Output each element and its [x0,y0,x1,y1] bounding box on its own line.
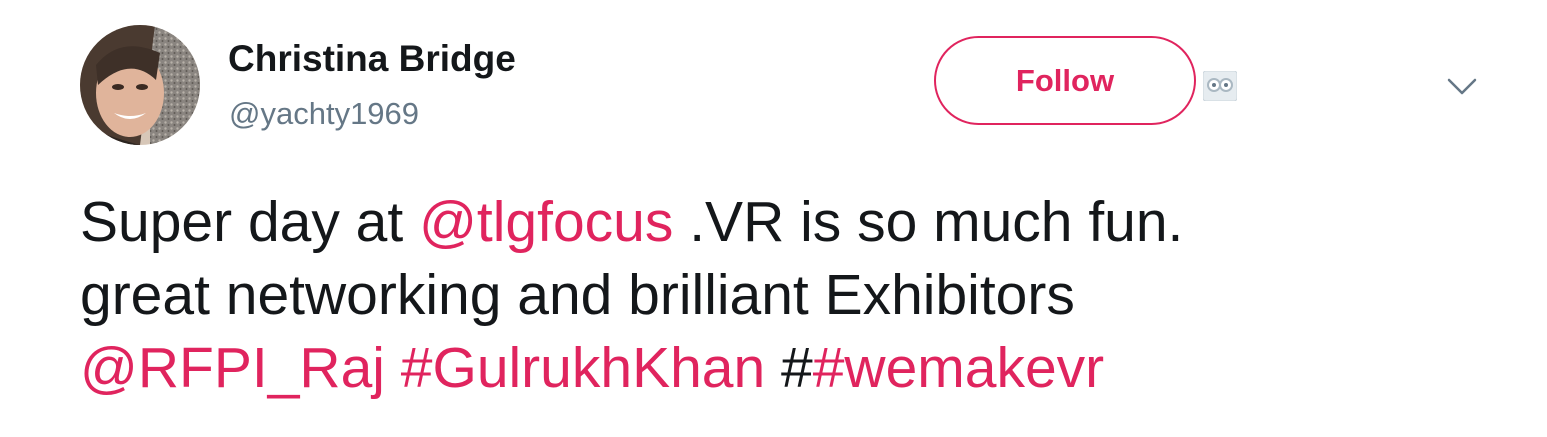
tweet-text-segment: great networking and brilliant Exhibitor… [80,263,1075,327]
tweet-line-2: great networking and brilliant Exhibitor… [80,259,1500,332]
display-name[interactable]: Christina Bridge [228,36,516,82]
owl-glasses-icon [1202,70,1238,102]
avatar-image [80,25,200,145]
hashtag-link[interactable]: #wemakevr [813,336,1104,400]
tweet-text-segment: Super day at [80,190,420,254]
mention-link[interactable]: @tlgfocus [419,190,673,254]
tweet-text-segment: .VR is so much fun. [673,190,1184,254]
tweet-text-segment: # [765,336,813,400]
hashtag-link[interactable]: #GulrukhKhan [401,336,765,400]
mention-link[interactable]: @RFPI_Raj [80,336,385,400]
chevron-down-icon[interactable] [1445,74,1479,98]
tweet-line-3: @RFPI_Raj #GulrukhKhan ##wemakevr [80,332,1500,405]
follow-button[interactable]: Follow [934,36,1196,125]
user-handle[interactable]: @yachty1969 [229,95,419,133]
tweet-text: Super day at @tlgfocus .VR is so much fu… [80,186,1500,405]
tweet-line-1: Super day at @tlgfocus .VR is so much fu… [80,186,1500,259]
tweet-text-segment [385,336,401,400]
avatar[interactable] [80,25,200,145]
